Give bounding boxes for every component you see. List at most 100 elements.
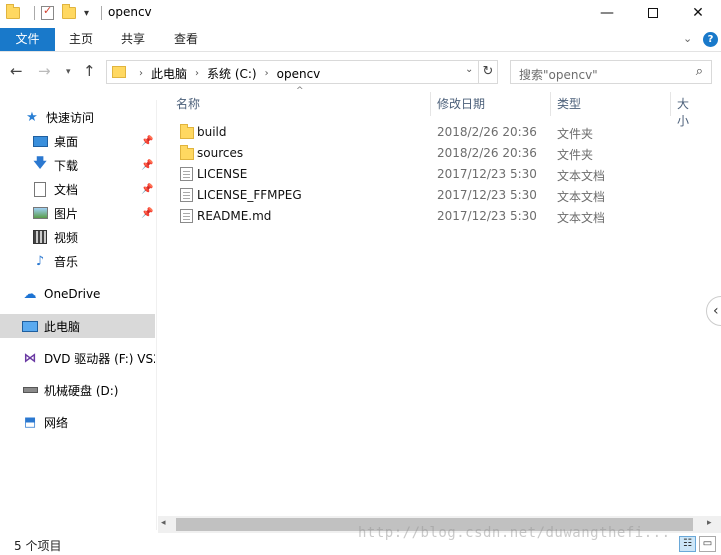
- details-view-button[interactable]: ☷: [679, 536, 696, 552]
- properties-icon[interactable]: [41, 4, 54, 20]
- customize-toolbar-icon[interactable]: ▾: [84, 8, 89, 19]
- sidebar-item-label: 网络: [44, 415, 69, 430]
- visual-studio-icon: ⋈: [23, 350, 37, 366]
- expand-ribbon-icon[interactable]: ⌄: [683, 32, 692, 45]
- sidebar-item-label: 视频: [54, 230, 79, 245]
- search-box[interactable]: 搜索"opencv" ⌕: [510, 60, 712, 84]
- file-row[interactable]: LICENSE 2017/12/23 5:30 文本文档: [170, 164, 700, 185]
- forward-button[interactable]: →: [38, 62, 51, 80]
- help-icon[interactable]: ?: [703, 32, 718, 47]
- file-type: 文件夹: [557, 148, 594, 162]
- scroll-right-icon[interactable]: ▸: [707, 518, 712, 528]
- file-date: 2017/12/23 5:30: [437, 209, 537, 223]
- music-icon: ♪: [35, 253, 45, 269]
- new-folder-icon[interactable]: [62, 4, 76, 19]
- tab-home[interactable]: 主页: [56, 28, 106, 51]
- sidebar-item-documents[interactable]: 文档 📌: [0, 177, 155, 201]
- column-header-type[interactable]: 类型: [557, 95, 581, 112]
- tab-share[interactable]: 共享: [108, 28, 158, 51]
- quick-access-toolbar: ▾: [6, 4, 108, 22]
- file-row[interactable]: sources 2018/2/26 20:36 文件夹: [170, 143, 700, 164]
- sidebar-item-downloads[interactable]: 🡇 下载 📌: [0, 153, 155, 177]
- column-headers: ^ 名称 修改日期 类型 大小: [170, 86, 700, 128]
- file-name: README.md: [197, 209, 272, 223]
- tab-view[interactable]: 查看: [161, 28, 211, 51]
- divider: [101, 6, 103, 20]
- sidebar-item-label: 快速访问: [46, 110, 95, 125]
- sidebar-item-hard-drive-d[interactable]: 机械硬盘 (D:): [0, 378, 155, 402]
- chevron-right-icon[interactable]: ›: [195, 68, 199, 79]
- computer-icon-wrap: [22, 318, 38, 334]
- desktop-icon-wrap: [32, 133, 48, 149]
- folder-icon: [6, 4, 20, 19]
- address-bar[interactable]: › 此电脑 › 系统 (C:) › opencv ⌄: [106, 60, 479, 84]
- pin-icon: 📌: [141, 183, 154, 195]
- sidebar-item-label: DVD 驱动器 (F:) VS2: [44, 351, 155, 366]
- file-name: sources: [197, 146, 244, 160]
- computer-icon: [22, 320, 38, 332]
- scroll-left-icon[interactable]: ◂: [161, 518, 166, 528]
- breadcrumb-this-pc[interactable]: 此电脑: [151, 65, 187, 82]
- large-icons-view-button[interactable]: ▭: [699, 536, 716, 552]
- close-button[interactable]: ✕: [675, 0, 721, 26]
- breadcrumb-opencv[interactable]: opencv: [277, 67, 321, 81]
- column-header-date[interactable]: 修改日期: [437, 95, 485, 112]
- sidebar-item-dvd-drive[interactable]: ⋈ DVD 驱动器 (F:) VS2: [0, 346, 156, 370]
- search-icon: ⌕: [695, 64, 703, 79]
- sidebar-item-pictures[interactable]: 图片 📌: [0, 201, 155, 225]
- sidebar-item-onedrive[interactable]: ☁ OneDrive: [0, 282, 155, 306]
- picture-icon-wrap: [32, 205, 48, 221]
- sidebar-item-desktop[interactable]: 桌面 📌: [0, 129, 155, 153]
- video-icon-wrap: [32, 229, 48, 245]
- column-divider[interactable]: [670, 92, 671, 116]
- refresh-button[interactable]: ↻: [479, 60, 498, 84]
- sidebar-item-label: 图片: [54, 206, 79, 221]
- sidebar-item-music[interactable]: ♪ 音乐: [0, 249, 155, 273]
- sidebar-item-label: OneDrive: [44, 287, 101, 301]
- search-input[interactable]: 搜索"opencv": [519, 66, 598, 83]
- sidebar-item-this-pc[interactable]: 此电脑: [0, 314, 155, 338]
- sidebar-item-label: 文档: [54, 182, 79, 197]
- breadcrumb-system-c[interactable]: 系统 (C:): [207, 65, 257, 82]
- file-row[interactable]: build 2018/2/26 20:36 文件夹: [170, 122, 700, 143]
- recent-locations-button[interactable]: ▾: [66, 67, 71, 77]
- file-date: 2017/12/23 5:30: [437, 167, 537, 181]
- column-header-name[interactable]: 名称: [176, 95, 200, 112]
- navigation-bar: ← → ▾ ↑ › 此电脑 › 系统 (C:) › opencv ⌄ ↻ 搜索"…: [0, 58, 721, 88]
- file-row[interactable]: README.md 2017/12/23 5:30 文本文档: [170, 206, 700, 227]
- pin-icon: 📌: [141, 207, 154, 219]
- hard-drive-icon-wrap: [22, 382, 38, 398]
- minimize-button[interactable]: —: [584, 0, 630, 26]
- video-icon: [33, 230, 47, 244]
- up-button[interactable]: ↑: [83, 62, 96, 80]
- tab-file[interactable]: 文件: [0, 28, 55, 51]
- file-date: 2017/12/23 5:30: [437, 188, 537, 202]
- chevron-right-icon[interactable]: ›: [265, 68, 269, 79]
- navigation-pane: ★ 快速访问 桌面 📌 🡇 下载 📌 文档 📌 图片 📌 视频 ♪ 音乐 ☁ O…: [0, 100, 157, 530]
- status-bar: 5 个项目 ☷ ▭: [0, 533, 721, 555]
- document-icon-wrap: [32, 181, 48, 197]
- text-file-icon: [180, 188, 193, 202]
- sidebar-item-label: 机械硬盘 (D:): [44, 383, 119, 398]
- item-count: 5 个项目: [14, 539, 62, 553]
- maximize-button[interactable]: [630, 0, 676, 26]
- sidebar-item-label: 此电脑: [44, 319, 81, 334]
- back-button[interactable]: ←: [10, 62, 23, 80]
- sidebar-item-network[interactable]: ⬒ 网络: [0, 410, 155, 434]
- sidebar-item-videos[interactable]: 视频: [0, 225, 155, 249]
- file-row[interactable]: LICENSE_FFMPEG 2017/12/23 5:30 文本文档: [170, 185, 700, 206]
- chevron-right-icon[interactable]: ›: [139, 68, 143, 79]
- folder-icon: [180, 124, 194, 139]
- sort-ascending-icon: ^: [296, 86, 304, 96]
- pin-icon: 📌: [141, 135, 154, 147]
- address-dropdown-icon[interactable]: ⌄: [465, 64, 473, 75]
- hard-drive-icon: [22, 387, 38, 393]
- file-name: LICENSE_FFMPEG: [197, 188, 302, 202]
- expand-pane-button[interactable]: ‹: [706, 296, 721, 326]
- column-divider[interactable]: [550, 92, 551, 116]
- desktop-icon: [32, 135, 48, 147]
- column-divider[interactable]: [430, 92, 431, 116]
- ribbon-tabs: 文件 主页 共享 查看 ⌄ ?: [0, 28, 721, 52]
- sidebar-item-quick-access[interactable]: ★ 快速访问: [0, 105, 155, 129]
- sidebar-item-label: 下载: [54, 158, 79, 173]
